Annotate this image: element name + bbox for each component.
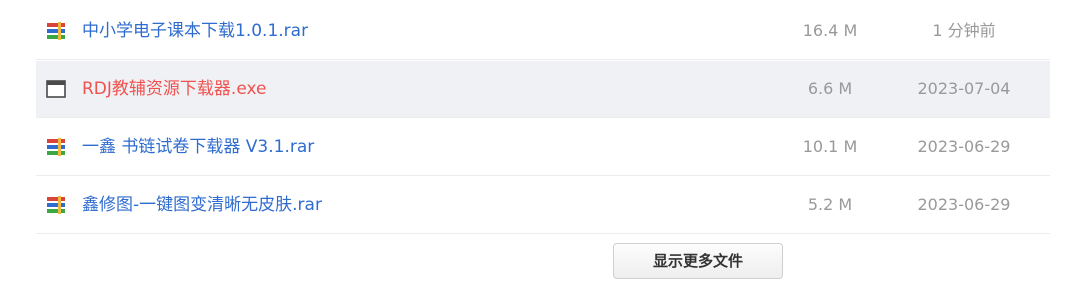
file-date: 2023-06-29 [917,195,1011,214]
file-size: 6.6 M [807,79,853,98]
file-row[interactable]: RDJ教辅资源下载器.exe 6.6 M 2023-07-04 [36,61,1050,118]
file-date: 2023-07-04 [917,79,1011,98]
file-date: 1 分钟前 [932,21,996,40]
file-row[interactable]: 中小学电子课本下载1.0.1.rar 16.4 M 1 分钟前 [36,3,1050,60]
file-date: 2023-06-29 [917,137,1011,156]
file-size: 5.2 M [807,195,853,214]
file-name-link[interactable]: 一鑫 书链试卷下载器 V3.1.rar [82,119,314,175]
file-name-link[interactable]: RDJ教辅资源下载器.exe [82,61,266,117]
file-name-link[interactable]: 中小学电子课本下载1.0.1.rar [82,3,308,59]
file-size: 16.4 M [802,21,858,40]
show-more-files-button[interactable]: 显示更多文件 [613,243,783,279]
file-name-link[interactable]: 鑫修图-一键图变清晰无皮肤.rar [82,177,322,233]
exe-window-icon [46,80,66,98]
rar-archive-icon [47,22,65,40]
file-size: 10.1 M [802,137,858,156]
file-row[interactable]: 鑫修图-一键图变清晰无皮肤.rar 5.2 M 2023-06-29 [36,177,1050,234]
rar-archive-icon [47,138,65,156]
file-row[interactable]: 一鑫 书链试卷下载器 V3.1.rar 10.1 M 2023-06-29 [36,119,1050,176]
rar-archive-icon [47,196,65,214]
